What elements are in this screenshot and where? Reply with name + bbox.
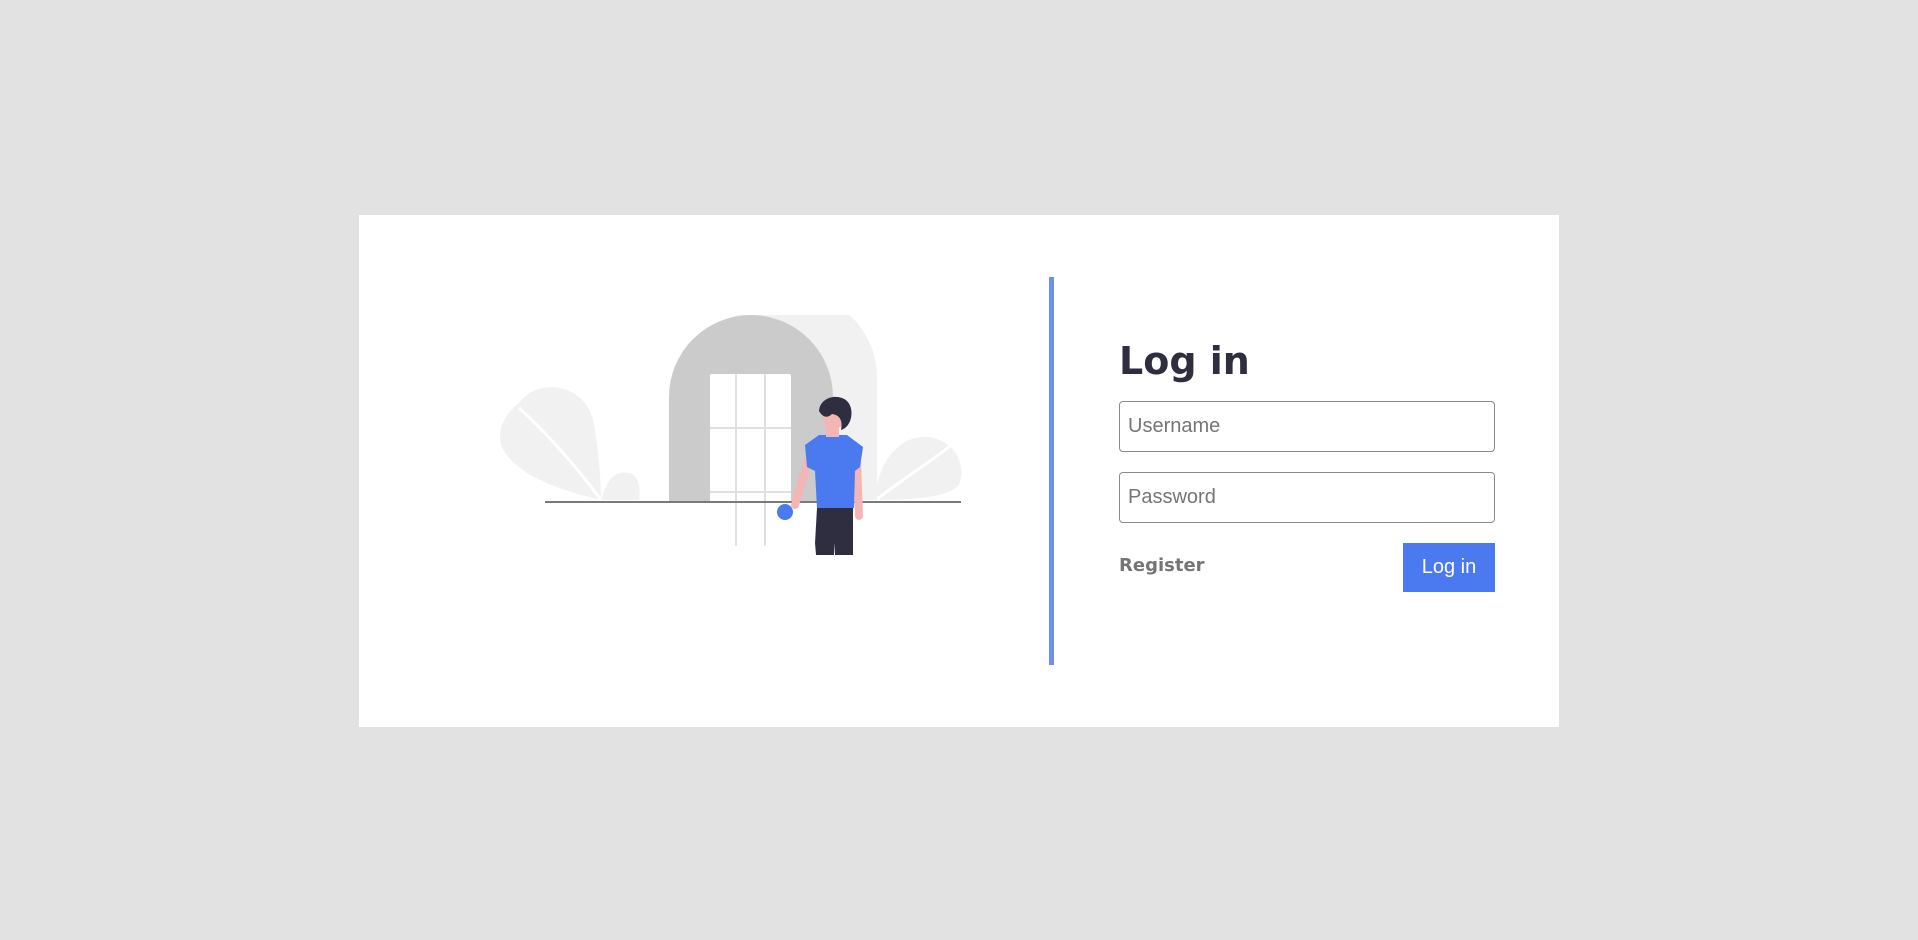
login-form: Log in Register Log in — [1119, 337, 1495, 592]
vertical-divider — [1049, 277, 1054, 665]
form-actions: Register Log in — [1119, 543, 1495, 592]
login-button[interactable]: Log in — [1403, 543, 1495, 592]
username-field[interactable] — [1119, 401, 1495, 452]
door-icon — [669, 315, 833, 546]
login-card: Log in Register Log in — [359, 215, 1559, 727]
register-link[interactable]: Register — [1119, 555, 1205, 576]
left-plant-icon — [499, 387, 640, 501]
door-illustration — [489, 315, 989, 555]
page-title: Log in — [1119, 339, 1250, 383]
password-field[interactable] — [1119, 472, 1495, 523]
